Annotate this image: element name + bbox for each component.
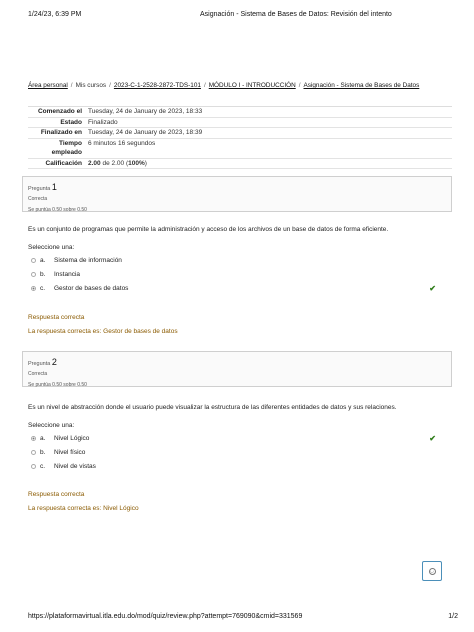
grade-end: ) <box>144 159 147 167</box>
feedback-result: Respuesta correcta <box>28 314 85 321</box>
summary-label: Estado <box>60 118 82 126</box>
question-grade: Se puntúa 0.50 sobre 0.50 <box>28 382 87 388</box>
option-letter: b. <box>40 449 46 456</box>
option-letter: c. <box>40 285 46 292</box>
question-info: Pregunta 2 Correcta Se puntúa 0.50 sobre… <box>22 351 452 388</box>
breadcrumb-separator: / <box>203 82 206 89</box>
breadcrumb-my-courses[interactable]: Mis cursos <box>76 82 107 89</box>
summary-value: 2.00 de 2.00 (100%) <box>86 159 147 169</box>
summary-label: Finalizado en <box>40 129 82 136</box>
summary-row: Comenzado el Tuesday, 24 de January de 2… <box>28 107 452 118</box>
question-label: Pregunta <box>28 186 51 192</box>
radio-button[interactable] <box>31 271 36 277</box>
smiley-icon: ◡ <box>428 567 436 575</box>
summary-row: Finalizado en Tuesday, 24 de January de … <box>28 128 452 139</box>
grade-mid: de 2.00 ( <box>100 159 129 167</box>
question-feedback: Respuesta correcta La respuesta correcta… <box>28 314 178 335</box>
radio-button[interactable] <box>31 257 36 263</box>
question-number: Pregunta 2 <box>28 357 451 367</box>
breadcrumb-home[interactable]: Área personal <box>28 82 68 89</box>
summary-label: Tiempo empleado <box>51 139 82 157</box>
question-feedback: Respuesta correcta La respuesta correcta… <box>28 491 139 512</box>
help-button[interactable]: ◡ <box>422 561 442 581</box>
question-text: Es un nivel de abstracción donde el usua… <box>28 404 397 411</box>
option-text: Nivel Lógico <box>54 435 90 442</box>
question-state: Correcta <box>28 196 48 202</box>
question-number-value: 2 <box>51 357 57 367</box>
question-text: Es un conjunto de programas que permite … <box>28 226 389 233</box>
breadcrumb: Área personal / Mis cursos/2023-C-1-2528-2… <box>28 82 419 89</box>
summary-row: Calificación 2.00 de 2.00 (100%) <box>28 159 452 169</box>
option-letter: a. <box>40 257 46 264</box>
summary-label: Calificación <box>45 159 82 167</box>
summary-row: Estado Finalizado <box>28 118 452 128</box>
feedback-correct-answer: La respuesta correcta es: Nivel Lógico <box>28 505 139 512</box>
question-content: Es un conjunto de programas que permite … <box>28 226 446 296</box>
breadcrumb-separator: / <box>298 82 301 89</box>
option-letter: c. <box>40 463 46 470</box>
answer-option[interactable]: b. Instancia <box>28 268 446 282</box>
breadcrumb-assignment[interactable]: Asignación - Sistema de Bases de Datos <box>304 82 420 89</box>
summary-row: Tiempo empleado 6 minutos 16 segundos <box>28 139 452 159</box>
option-text: Nivel de vistas <box>54 463 96 470</box>
radio-button[interactable] <box>31 449 36 455</box>
print-title: Asignación - Sistema de Bases de Datos: … <box>200 11 392 18</box>
radio-button[interactable] <box>31 463 36 469</box>
question-number-value: 1 <box>51 182 57 192</box>
summary-value: Tuesday, 24 de January de 2023, 18:39 <box>88 129 203 136</box>
answer-option[interactable]: a. Sistema de información <box>28 254 446 268</box>
check-icon: ✔ <box>429 434 436 443</box>
question-grade: Se puntúa 0.50 sobre 0.50 <box>28 207 87 213</box>
option-text: Sistema de información <box>54 257 122 264</box>
option-letter: a. <box>40 435 46 442</box>
print-url: https://plataformavirtual.itla.edu.do/mo… <box>28 613 303 620</box>
option-text: Gestor de bases de datos <box>54 285 129 292</box>
question-info: Pregunta 1 Correcta Se puntúa 0.50 sobre… <box>22 176 452 213</box>
summary-value: 6 minutos 16 segundos <box>88 139 156 147</box>
option-text: Nivel físico <box>54 449 86 456</box>
check-icon: ✔ <box>429 284 436 293</box>
grade-percent: 100% <box>128 159 145 167</box>
print-datetime: 1/24/23, 6:39 PM <box>28 11 82 18</box>
answer-prompt: Seleccione una: <box>28 422 75 429</box>
summary-value: Finalizado <box>88 118 118 126</box>
answer-option[interactable]: c. Gestor de bases de datos ✔ <box>28 282 446 296</box>
question-number: Pregunta 1 <box>28 182 451 192</box>
answer-option[interactable]: a. Nivel Lógico ✔ <box>28 432 446 446</box>
question-label: Pregunta <box>28 361 51 367</box>
breadcrumb-separator: / <box>109 82 111 89</box>
radio-button-selected[interactable] <box>31 435 36 441</box>
feedback-correct-answer: La respuesta correcta es: Gestor de base… <box>28 328 178 335</box>
grade-value: 2.00 <box>88 159 101 167</box>
page-number: 1/2 <box>448 613 458 620</box>
summary-label: Comenzado el <box>37 108 82 115</box>
breadcrumb-separator: / <box>70 82 73 89</box>
option-text: Instancia <box>54 271 81 278</box>
summary-value: Tuesday, 24 de January de 2023, 18:33 <box>88 108 203 115</box>
answer-option[interactable]: c. Nivel de vistas <box>28 460 446 474</box>
question-state: Correcta <box>28 371 48 377</box>
question-content: Es un nivel de abstracción donde el usua… <box>28 404 446 474</box>
breadcrumb-course[interactable]: 2023-C-1-2528-2872-TDS-101 <box>114 82 201 89</box>
radio-button-selected[interactable] <box>31 285 36 291</box>
feedback-result: Respuesta correcta <box>28 491 85 498</box>
breadcrumb-module[interactable]: MÓDULO I - INTRODUCCIÓN <box>209 82 296 89</box>
attempt-summary-table: Comenzado el Tuesday, 24 de January de 2… <box>28 106 452 169</box>
answer-prompt: Seleccione una: <box>28 244 75 251</box>
option-letter: b. <box>40 271 46 278</box>
answer-option[interactable]: b. Nivel físico <box>28 446 446 460</box>
